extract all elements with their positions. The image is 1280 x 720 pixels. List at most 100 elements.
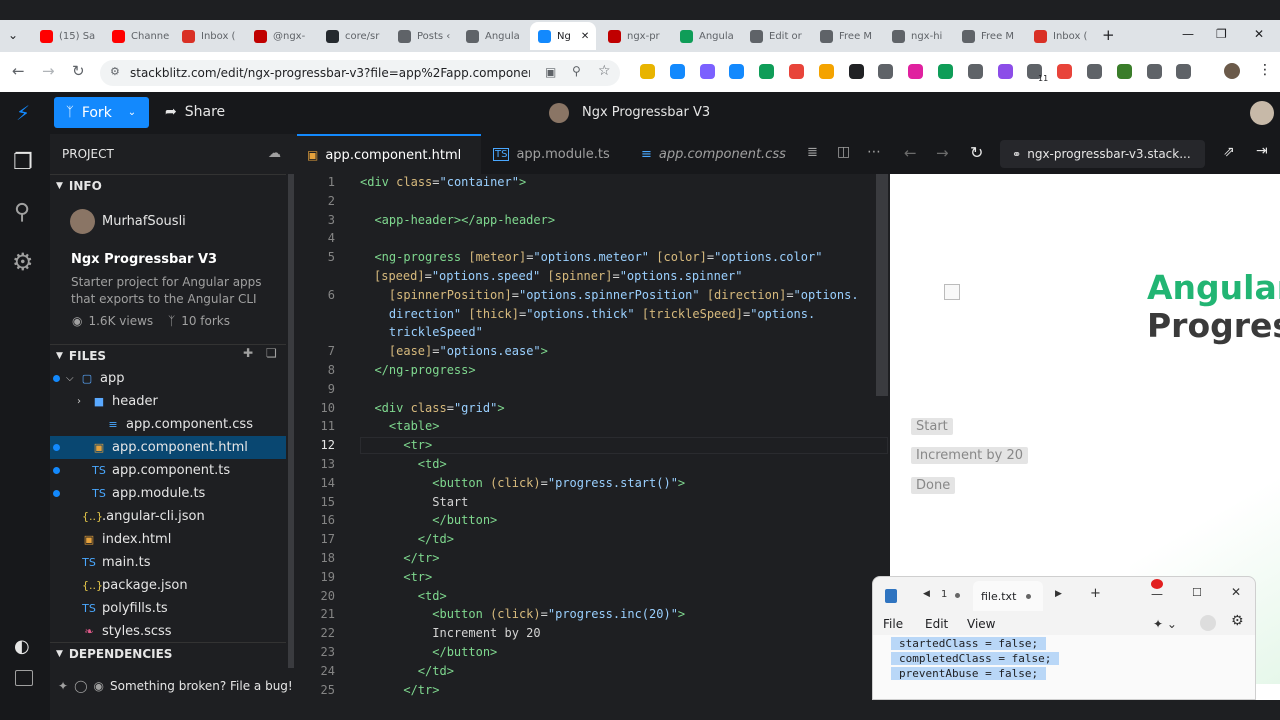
- preview-forward-icon[interactable]: →: [936, 144, 949, 162]
- editor-tab-app-component-html[interactable]: ▣ app.component.html: [297, 134, 481, 174]
- code-line[interactable]: <tr>: [360, 438, 432, 452]
- preview-reload-icon[interactable]: ↻: [970, 143, 983, 162]
- code-line[interactable]: </tr>: [360, 551, 439, 565]
- browser-extension-icon[interactable]: [1116, 64, 1132, 79]
- browser-tab[interactable]: Free M: [812, 22, 880, 50]
- code-line[interactable]: [speed]="options.speed" [spinner]="optio…: [374, 269, 743, 283]
- file-tree-item[interactable]: ❧ styles.scss: [50, 620, 286, 643]
- browser-tab[interactable]: ngx-hi: [884, 22, 950, 50]
- code-line[interactable]: </ng-progress>: [360, 363, 475, 377]
- file-tree-item[interactable]: {..} .angular-cli.json: [50, 505, 286, 528]
- search-icon[interactable]: ⚲: [14, 200, 30, 225]
- dependencies-section-header[interactable]: ▼ DEPENDENCIES: [50, 642, 286, 664]
- notepad-maximize-button[interactable]: ☐: [1192, 586, 1202, 599]
- code-line[interactable]: <div class="container">: [360, 175, 526, 189]
- browser-extension-icon[interactable]: [818, 64, 834, 79]
- browser-tab[interactable]: @ngx-: [246, 22, 314, 50]
- notepad-text-line[interactable]: completedClass = false;: [891, 652, 1060, 665]
- browser-extension-icon[interactable]: [640, 64, 655, 79]
- browser-tab[interactable]: Angula: [672, 22, 738, 50]
- browser-extension-icon[interactable]: [759, 64, 775, 79]
- github-icon[interactable]: ◯: [74, 679, 87, 693]
- discord-icon[interactable]: ◉: [94, 679, 104, 693]
- close-tab-icon[interactable]: ✕: [581, 31, 589, 42]
- browser-extension-icon[interactable]: [908, 64, 924, 79]
- download-project-icon[interactable]: ☁: [268, 146, 281, 161]
- preview-increment-button[interactable]: Increment by 20: [911, 447, 1029, 464]
- close-window-button[interactable]: ✕: [1254, 27, 1264, 41]
- browser-extension-icon[interactable]: [699, 64, 715, 79]
- file-tree-item[interactable]: TS app.component.ts: [50, 459, 286, 482]
- address-bar[interactable]: ⚙ stackblitz.com/edit/ngx-progressbar-v3…: [100, 60, 620, 86]
- browser-extension-icon[interactable]: [1087, 64, 1102, 79]
- next-page-icon[interactable]: ▶: [1055, 589, 1062, 599]
- code-line[interactable]: <td>: [360, 457, 447, 471]
- browser-extension-icon[interactable]: [1057, 64, 1073, 79]
- code-line[interactable]: [spinnerPosition]="options.spinnerPositi…: [360, 288, 859, 302]
- code-line[interactable]: Start: [360, 495, 468, 509]
- code-line[interactable]: <tr>: [360, 570, 432, 584]
- editor-tab-app-module-ts[interactable]: TS app.module.ts: [483, 134, 625, 174]
- browser-tab[interactable]: Edit or: [742, 22, 808, 50]
- prev-page-icon[interactable]: ◀: [923, 589, 930, 599]
- theme-toggle-icon[interactable]: ◐: [14, 636, 30, 657]
- open-new-window-icon[interactable]: ⇗: [1223, 144, 1235, 160]
- file-tree-item[interactable]: {..} package.json: [50, 574, 286, 597]
- author-name[interactable]: MurhafSousli: [102, 214, 186, 229]
- preview-url-bar[interactable]: ⚭ ngx-progressbar-v3.stack...: [1000, 140, 1205, 168]
- browser-extension-icon[interactable]: [1146, 64, 1162, 79]
- notepad-menu-file[interactable]: File: [883, 617, 903, 631]
- browser-menu-icon[interactable]: ⋮: [1258, 62, 1272, 78]
- code-line[interactable]: Increment by 20: [360, 626, 540, 640]
- settings-gear-icon[interactable]: ⚙: [12, 248, 34, 276]
- fork-dropdown-icon[interactable]: ⌄: [128, 107, 136, 118]
- code-line[interactable]: </td>: [360, 664, 454, 678]
- browser-extension-icon[interactable]: [938, 64, 953, 79]
- notepad-menu-edit[interactable]: Edit: [925, 617, 948, 631]
- tab-search-button[interactable]: ⌄: [8, 28, 18, 42]
- notepad-new-tab-icon[interactable]: +: [1090, 586, 1101, 601]
- format-icon[interactable]: ≣: [807, 145, 818, 160]
- forward-icon[interactable]: →: [42, 62, 55, 80]
- install-icon[interactable]: ▣: [545, 65, 556, 79]
- file-tree-item[interactable]: ▣ app.component.html: [50, 436, 286, 459]
- code-line[interactable]: [ease]="options.ease">: [360, 344, 548, 358]
- file-tree-item[interactable]: TS polyfills.ts: [50, 597, 286, 620]
- more-actions-icon[interactable]: ⋯: [867, 144, 881, 160]
- maximize-button[interactable]: ❐: [1216, 27, 1227, 41]
- notepad-settings-icon[interactable]: ⚙: [1231, 613, 1244, 629]
- file-tree-item[interactable]: TS app.module.ts: [50, 482, 286, 505]
- code-line[interactable]: </button>: [360, 645, 497, 659]
- back-icon[interactable]: ←: [12, 62, 25, 80]
- browser-extension-icon[interactable]: [967, 64, 983, 79]
- code-line[interactable]: </button>: [360, 513, 497, 527]
- code-line[interactable]: <app-header></app-header>: [360, 213, 555, 227]
- file-tree-item[interactable]: ≡ app.component.css: [50, 413, 286, 436]
- code-line[interactable]: <ng-progress [meteor]="options.meteor" […: [360, 250, 822, 264]
- split-editor-icon[interactable]: ◫: [837, 144, 850, 160]
- editor-tab-app-component-css[interactable]: ≡ app.component.css: [631, 134, 786, 174]
- file-tree-item[interactable]: ▣ index.html: [50, 528, 286, 551]
- browser-tab[interactable]: Posts ‹: [390, 22, 454, 50]
- file-tree-item[interactable]: TS main.ts: [50, 551, 286, 574]
- new-file-icon[interactable]: ✚: [243, 346, 253, 360]
- browser-tab[interactable]: (15) Sa: [32, 22, 100, 50]
- notepad-tab[interactable]: file.txt: [973, 581, 1043, 611]
- stackblitz-logo-icon[interactable]: ⚡: [16, 101, 30, 125]
- browser-extension-icon[interactable]: [1176, 64, 1192, 79]
- code-line[interactable]: <button (click)="progress.start()">: [360, 476, 685, 490]
- info-section-header[interactable]: ▼ INFO: [50, 174, 286, 196]
- fork-button[interactable]: ᛉ Fork ⌄: [54, 97, 149, 128]
- minimize-button[interactable]: —: [1182, 27, 1194, 41]
- file-tree-item[interactable]: ⌵ ▢ app: [50, 367, 286, 390]
- reload-icon[interactable]: ↻: [72, 62, 85, 80]
- browser-tab[interactable]: Free M: [954, 22, 1022, 50]
- code-line[interactable]: <td>: [360, 589, 447, 603]
- preview-back-icon[interactable]: ←: [904, 144, 917, 162]
- browser-tab[interactable]: Angula: [458, 22, 526, 50]
- code-line[interactable]: </tr>: [360, 683, 439, 697]
- notepad-minimize-button[interactable]: —: [1151, 587, 1163, 601]
- editor-scrollbar[interactable]: [876, 174, 888, 396]
- browser-tab[interactable]: Channe: [104, 22, 170, 50]
- site-info-icon[interactable]: ⚙: [110, 65, 120, 78]
